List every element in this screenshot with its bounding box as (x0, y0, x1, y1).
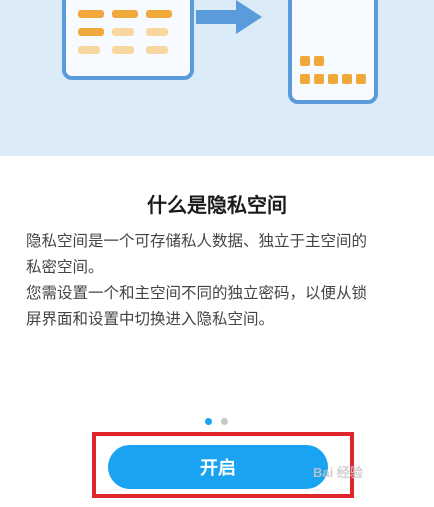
description-line: 私密空间。 (26, 258, 104, 276)
tablet-item (146, 10, 172, 18)
phone-illustration (288, 0, 378, 104)
description-line: 您需设置一个和主空间不同的独立密码，以便从锁 (26, 284, 368, 302)
phone-item (342, 74, 352, 84)
phone-item (356, 74, 366, 84)
tablet-item (112, 28, 134, 36)
page-indicator (205, 418, 235, 426)
tablet-item (112, 10, 138, 18)
tablet-item (146, 28, 168, 36)
tablet-item (146, 46, 168, 54)
phone-item (300, 74, 310, 84)
tablet-item (78, 46, 100, 54)
page-dot-active (205, 418, 212, 425)
description: 隐私空间是一个可存储私人数据、独立于主空间的 私密空间。 您需设置一个和主空间不… (26, 228, 412, 332)
phone-item (328, 74, 338, 84)
tablet-illustration (62, 0, 194, 80)
page-title: 什么是隐私空间 (147, 193, 287, 217)
tablet-item (78, 10, 104, 18)
phone-item (314, 56, 324, 66)
page-dot (221, 418, 228, 425)
description-line: 屏界面和设置中切换进入隐私空间。 (26, 310, 275, 328)
hero-illustration (0, 0, 434, 156)
tablet-item (78, 28, 104, 36)
arrow-right-icon (196, 0, 262, 34)
phone-item (300, 56, 310, 66)
watermark: Bai 经验 (313, 465, 363, 480)
description-line: 隐私空间是一个可存储私人数据、独立于主空间的 (26, 232, 368, 250)
open-button[interactable]: 开启 (108, 445, 328, 489)
tablet-item (112, 46, 134, 54)
phone-item (314, 74, 324, 84)
